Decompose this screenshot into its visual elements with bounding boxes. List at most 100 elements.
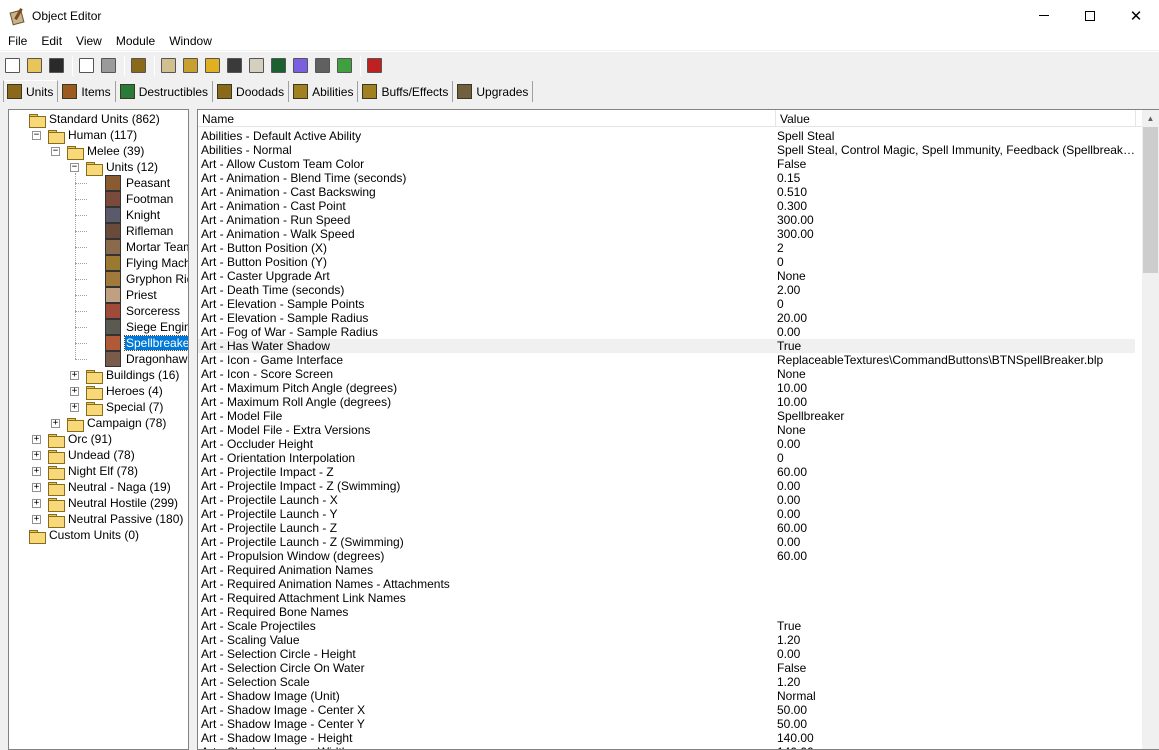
property-row[interactable]: Art - Model File - Extra Versions None [198, 423, 1135, 437]
property-row[interactable]: Art - Orientation Interpolation 0 [198, 451, 1135, 465]
property-value[interactable]: 0.15 [777, 171, 1135, 185]
property-row[interactable]: Art - Animation - Walk Speed 300.00 [198, 227, 1135, 241]
import-button[interactable] [335, 56, 354, 75]
property-row[interactable]: Art - Animation - Cast Backswing 0.510 [198, 185, 1135, 199]
property-row[interactable]: Art - Occluder Height 0.00 [198, 437, 1135, 451]
property-value[interactable]: 1.20 [777, 633, 1135, 647]
camera-button[interactable] [269, 56, 288, 75]
tree-item-folder[interactable]: Neutral Hostile (299) [48, 495, 179, 512]
tree-item-unit[interactable]: Peasant [105, 175, 171, 191]
property-row[interactable]: Art - Selection Scale 1.20 [198, 675, 1135, 689]
property-row[interactable]: Art - Icon - Game Interface ReplaceableTe… [198, 353, 1135, 367]
expand-icon[interactable]: + [70, 403, 79, 412]
property-row[interactable]: Art - Animation - Run Speed 300.00 [198, 213, 1135, 227]
copy-button[interactable] [77, 56, 96, 75]
tree-item-unit[interactable]: Knight [105, 207, 161, 223]
tree-item-unit[interactable]: Priest [105, 287, 158, 303]
save-button[interactable] [47, 56, 66, 75]
tab-doodads[interactable]: Doodads [214, 81, 290, 102]
property-row[interactable]: Art - Projectile Launch - X 0.00 [198, 493, 1135, 507]
property-row[interactable]: Art - Selection Circle - Height 0.00 [198, 647, 1135, 661]
property-value[interactable]: 0.00 [777, 507, 1135, 521]
property-value[interactable]: Spell Steal, Control Magic, Spell Immuni… [777, 143, 1135, 157]
property-row[interactable]: Art - Shadow Image - Center Y 50.00 [198, 717, 1135, 731]
property-value[interactable]: 60.00 [777, 549, 1135, 563]
property-value[interactable]: 140.00 [777, 745, 1135, 749]
property-row[interactable]: Abilities - Normal Spell Steal, Control M… [198, 143, 1135, 157]
property-row[interactable]: Art - Maximum Pitch Angle (degrees) 10.00 [198, 381, 1135, 395]
tree-item-unit[interactable]: Rifleman [105, 223, 174, 239]
tab-upgrades[interactable]: Upgrades [454, 81, 534, 102]
expand-icon[interactable]: + [32, 483, 41, 492]
property-row[interactable]: Art - Has Water Shadow True [198, 339, 1135, 353]
property-value[interactable]: True [777, 339, 1135, 353]
property-value[interactable]: 60.00 [777, 465, 1135, 479]
property-row[interactable]: Art - Elevation - Sample Points 0 [198, 297, 1135, 311]
property-value[interactable]: 0.00 [777, 493, 1135, 507]
minimize-button[interactable] [1021, 0, 1067, 31]
tree-item-unit[interactable]: Siege Engine [105, 319, 188, 335]
property-row[interactable]: Art - Projectile Launch - Z (Swimming) 0.… [198, 535, 1135, 549]
expand-icon[interactable]: + [32, 467, 41, 476]
tree-item-folder[interactable]: Special (7) [86, 399, 164, 416]
tab-buffs-effects[interactable]: Buffs/Effects [359, 81, 454, 102]
property-value[interactable]: False [777, 157, 1135, 171]
property-row[interactable]: Art - Required Bone Names [198, 605, 1135, 619]
property-value[interactable] [777, 591, 1135, 605]
tree-item-folder[interactable]: Undead (78) [48, 447, 136, 464]
property-row[interactable]: Art - Model File Spellbreaker [198, 409, 1135, 423]
vertical-scrollbar[interactable]: ▲ [1142, 110, 1159, 749]
maximize-button[interactable] [1067, 0, 1113, 31]
tab-abilities[interactable]: Abilities [290, 81, 359, 102]
property-row[interactable]: Abilities - Default Active Ability Spell … [198, 129, 1135, 143]
property-value[interactable]: 0.00 [777, 647, 1135, 661]
property-row[interactable]: Art - Projectile Launch - Y 0.00 [198, 507, 1135, 521]
expand-icon[interactable]: + [32, 499, 41, 508]
tab-units[interactable]: Units [3, 80, 59, 102]
tree-item-folder[interactable]: Standard Units (862) [29, 111, 161, 128]
property-value[interactable]: 300.00 [777, 213, 1135, 227]
tree-item-unit[interactable]: Flying Machine [105, 255, 188, 271]
tree-item-folder[interactable]: Orc (91) [48, 431, 113, 448]
expand-icon[interactable]: + [32, 451, 41, 460]
property-row[interactable]: Art - Caster Upgrade Art None [198, 269, 1135, 283]
property-row[interactable]: Art - Projectile Impact - Z (Swimming) 0.… [198, 479, 1135, 493]
property-row[interactable]: Art - Selection Circle On Water False [198, 661, 1135, 675]
property-row[interactable]: Art - Fog of War - Sample Radius 0.00 [198, 325, 1135, 339]
property-row[interactable]: Art - Button Position (X) 2 [198, 241, 1135, 255]
property-value[interactable]: 0 [777, 255, 1135, 269]
new-button[interactable] [3, 56, 22, 75]
tree-item-folder[interactable]: Heroes (4) [86, 383, 164, 400]
property-value[interactable]: 300.00 [777, 227, 1135, 241]
region-button[interactable] [247, 56, 266, 75]
property-value[interactable] [777, 563, 1135, 577]
collapse-icon[interactable]: − [51, 147, 60, 156]
scroll-up-arrow-icon[interactable]: ▲ [1142, 110, 1159, 127]
property-row[interactable]: Art - Shadow Image (Unit) Normal [198, 689, 1135, 703]
paste-button[interactable] [99, 56, 118, 75]
sound-button[interactable] [203, 56, 222, 75]
property-value[interactable]: None [777, 367, 1135, 381]
property-value[interactable]: False [777, 661, 1135, 675]
expand-icon[interactable]: + [70, 387, 79, 396]
property-value[interactable]: 140.00 [777, 731, 1135, 745]
property-value[interactable]: 0.510 [777, 185, 1135, 199]
property-row[interactable]: Art - Maximum Roll Angle (degrees) 10.00 [198, 395, 1135, 409]
property-row[interactable]: Art - Animation - Cast Point 0.300 [198, 199, 1135, 213]
property-value[interactable]: 10.00 [777, 395, 1135, 409]
tree-item-unit[interactable]: Dragonhawk Rider [105, 351, 188, 367]
property-value[interactable]: 50.00 [777, 717, 1135, 731]
property-value[interactable]: Spellbreaker [777, 409, 1135, 423]
expand-icon[interactable]: + [32, 435, 41, 444]
property-row[interactable]: Art - Shadow Image - Height 140.00 [198, 731, 1135, 745]
property-value[interactable]: 0.300 [777, 199, 1135, 213]
scroll-thumb[interactable] [1143, 127, 1158, 273]
tree-item-folder[interactable]: Neutral - Naga (19) [48, 479, 172, 496]
tree-item-folder[interactable]: Custom Units (0) [29, 527, 140, 544]
property-row[interactable]: Art - Elevation - Sample Radius 20.00 [198, 311, 1135, 325]
property-value[interactable]: 50.00 [777, 703, 1135, 717]
tree-item-folder[interactable]: Units (12) [86, 159, 159, 176]
property-value[interactable]: True [777, 619, 1135, 633]
menu-view[interactable]: View [69, 34, 109, 48]
property-row[interactable]: Art - Required Animation Names - Attachm… [198, 577, 1135, 591]
